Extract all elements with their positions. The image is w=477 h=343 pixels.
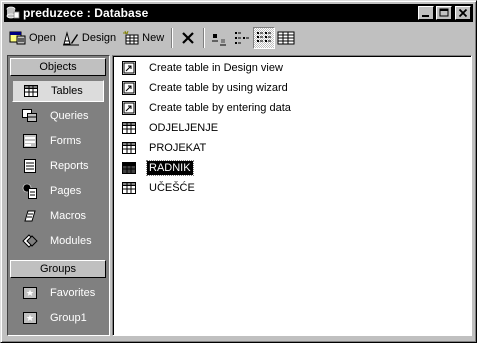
nav-item-modules[interactable]: Modules <box>12 230 104 252</box>
toolbar: Open Design New <box>6 25 472 51</box>
nav-item-queries[interactable]: Queries <box>12 105 104 127</box>
nav-item-label: Modules <box>50 235 92 247</box>
delete-button[interactable] <box>177 27 199 49</box>
maximize-icon <box>439 8 449 17</box>
open-icon <box>9 31 26 45</box>
nav-item-reports[interactable]: Reports <box>12 155 104 177</box>
design-icon <box>62 31 79 46</box>
module-icon <box>22 233 38 249</box>
large-icons-view-button[interactable] <box>209 27 231 49</box>
table-icon <box>121 160 137 176</box>
group-item-favorites[interactable]: Favorites <box>12 282 104 304</box>
toolbar-separator <box>203 28 206 48</box>
list-item-create-design-view[interactable]: Create table in Design view <box>121 59 285 77</box>
minimize-button[interactable] <box>418 6 434 20</box>
maximize-button[interactable] <box>436 6 452 20</box>
objects-bar: Objects Tables Queries Forms Reports Pag… <box>7 55 110 336</box>
group-item-label: Group1 <box>50 312 87 324</box>
table-icon <box>121 140 137 156</box>
list-view-icon <box>257 32 272 42</box>
small-icons-view-icon <box>235 32 250 44</box>
window-title: preduzece : Database <box>23 6 149 20</box>
report-icon <box>22 158 38 174</box>
list-item-table-odjeljenje[interactable]: ODJELJENJE <box>121 119 220 137</box>
list-item-table-radnik[interactable]: RADNIK <box>121 159 194 177</box>
group-item-label: Favorites <box>50 287 96 299</box>
title-bar[interactable]: preduzece : Database <box>4 4 473 22</box>
table-icon <box>23 83 39 99</box>
list-item-table-ucesce[interactable]: UČEŠĆE <box>121 179 197 197</box>
new-label: New <box>142 32 165 44</box>
list-item-table-projekat[interactable]: PROJEKAT <box>121 139 208 157</box>
nav-item-forms[interactable]: Forms <box>12 130 104 152</box>
design-button[interactable]: Design <box>59 27 119 49</box>
nav-item-label: Pages <box>50 185 82 197</box>
minimize-icon <box>422 15 429 17</box>
close-icon <box>458 8 468 18</box>
table-icon <box>121 180 137 196</box>
nav-item-label: Macros <box>50 210 87 222</box>
delete-icon <box>182 32 194 44</box>
page-icon <box>22 183 38 199</box>
table-icon <box>121 120 137 136</box>
nav-item-label: Tables <box>51 85 83 97</box>
nav-item-pages[interactable]: Pages <box>12 180 104 202</box>
close-button[interactable] <box>455 6 471 20</box>
nav-item-label: Reports <box>50 160 89 172</box>
macro-icon <box>22 208 38 224</box>
list-view-button[interactable] <box>253 27 276 49</box>
nav-item-tables[interactable]: Tables <box>12 80 104 102</box>
nav-item-macros[interactable]: Macros <box>12 205 104 227</box>
form-icon <box>22 133 38 149</box>
open-label: Open <box>29 32 56 44</box>
shortcut-icon <box>121 60 137 76</box>
shortcut-icon <box>121 100 137 116</box>
list-item-label: Create table by entering data <box>149 102 291 114</box>
list-item-label: ODJELJENJE <box>149 122 219 134</box>
nav-item-label: Queries <box>50 110 89 122</box>
small-icons-view-button[interactable] <box>231 27 253 49</box>
shortcut-icon <box>121 80 137 96</box>
new-icon <box>123 30 139 45</box>
new-button[interactable]: New <box>119 27 167 49</box>
group-item-group1[interactable]: Group1 <box>12 307 104 329</box>
list-item-label: PROJEKAT <box>149 142 207 154</box>
groups-header-button[interactable]: Groups <box>10 260 106 278</box>
list-item-label: UČEŠĆE <box>149 182 195 194</box>
database-window: preduzece : Database Open Design New Obj… <box>0 0 477 343</box>
details-view-icon <box>277 31 295 45</box>
open-button[interactable]: Open <box>6 27 59 49</box>
database-app-icon <box>6 6 20 19</box>
details-view-button[interactable] <box>275 27 297 49</box>
favorites-icon <box>22 285 38 301</box>
list-item-label: Create table by using wizard <box>149 82 288 94</box>
nav-item-label: Forms <box>50 135 82 147</box>
large-icons-view-icon <box>212 34 227 46</box>
list-item-label: RADNIK <box>146 160 194 176</box>
list-item-create-wizard[interactable]: Create table by using wizard <box>121 79 290 97</box>
object-list: Create table in Design view Create table… <box>112 55 472 336</box>
design-label: Design <box>81 32 117 44</box>
group-icon <box>22 310 38 326</box>
query-icon <box>22 108 38 124</box>
objects-header-button[interactable]: Objects <box>10 58 106 76</box>
list-item-label: Create table in Design view <box>149 62 283 74</box>
toolbar-separator <box>171 28 174 48</box>
list-item-create-entering-data[interactable]: Create table by entering data <box>121 99 293 117</box>
